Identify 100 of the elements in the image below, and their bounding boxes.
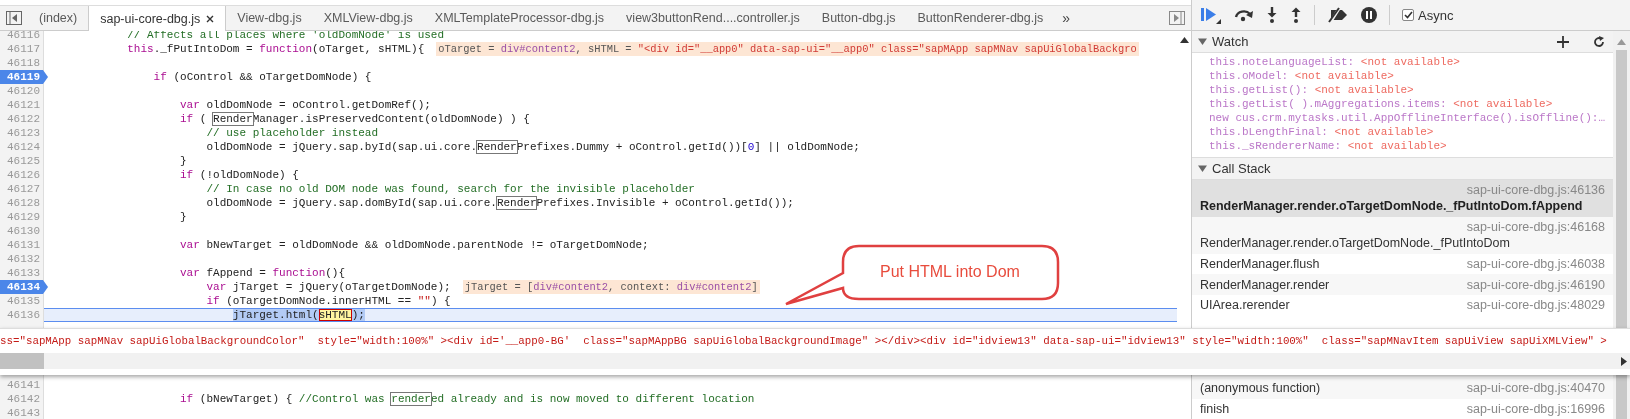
code-line: oldDomNode = jQuery.sap.byId(sap.ui.core.RenderPrefixes.Dummy + oControl.getId())[0] || oldDomNode; — [205, 140, 860, 154]
line-number[interactable]: 46135 — [0, 294, 44, 308]
sidebar-toggle-icon[interactable] — [1169, 11, 1185, 25]
code-line: // Affects all places where 'oldDomNode' is used — [126, 31, 445, 42]
call-frame[interactable]: RenderManager.render sap-ui-core-dbg.js:46190 — [1192, 274, 1613, 295]
scroll-up-icon[interactable] — [1179, 37, 1189, 43]
line-number[interactable]: 46120 — [0, 84, 44, 98]
triangle-icon[interactable] — [1198, 37, 1207, 46]
section-title: Watch — [1212, 34, 1250, 49]
scroll-right-icon[interactable] — [1621, 356, 1627, 366]
frame-location[interactable]: sap-ui-core-dbg.js:40470 — [1466, 381, 1605, 396]
tooltip-value: ss="sapMApp sapMNav sapUiGlobalBackgroundColor" style="width:100%" ><div id='__app0-BG' class="sapMAppBG sapUiGlobalBackgroundImage" ></div><div id="idview13" data-sap-ui="idview13" style="width:100%" class="sapMNavItem sapUiView sapUiXMLView" > — [0, 334, 1608, 349]
code-line: var jTarget = jQuery(oTargetDomNode); — [205, 280, 451, 294]
line-number[interactable]: 46130 — [0, 224, 44, 238]
triangle-icon[interactable] — [1198, 164, 1207, 173]
close-icon[interactable] — [206, 14, 215, 23]
frame-function[interactable]: RenderManager.render — [1200, 277, 1330, 292]
sidebar-toggle-icon[interactable] — [6, 11, 22, 25]
line-number[interactable]: 46128 — [0, 196, 44, 210]
step-out-button[interactable] — [1290, 7, 1302, 23]
code-line: // use placeholder instead — [205, 126, 379, 140]
step-into-button[interactable] — [1266, 7, 1278, 23]
code-line: } — [179, 154, 187, 168]
code-line: } — [179, 210, 187, 224]
watch-expression[interactable]: new cus.crm.mytasks.util.AppOfflineInterface().isOffline():… — [1209, 111, 1613, 125]
line-number[interactable]: 46142 — [0, 392, 44, 406]
line-number[interactable]: 46143 — [0, 406, 44, 419]
line-number[interactable]: 46117 — [0, 42, 44, 56]
section-header[interactable]: Watch — [1192, 31, 1613, 53]
frame-location[interactable]: sap-ui-core-dbg.js:48029 — [1466, 298, 1605, 312]
watch-expression[interactable]: this.getList( ).mAggregations.items: <not available> — [1209, 97, 1613, 111]
code-line: if (!oldDomNode) { — [179, 168, 299, 182]
code-line: if (bNewTarget) { //Control was rendered already and is now moved to different location — [179, 392, 755, 406]
line-number[interactable]: 46118 — [0, 56, 44, 70]
code-line: var oldDomNode = oControl.getDomRef(); — [179, 98, 431, 112]
pause-exceptions-button[interactable] — [1361, 7, 1377, 23]
watch-expression[interactable]: this.noteLanguageList: <not available> — [1209, 55, 1613, 69]
frame-function[interactable]: RenderManager.render.oTargetDomNode._fPutIntoDom — [1200, 235, 1605, 251]
watch-expression[interactable]: this.bLengthFinal: <not available> — [1209, 125, 1613, 139]
refresh-icon[interactable] — [1593, 35, 1605, 48]
code-line: // In case no old DOM node was found, search for the invisible placeholder — [205, 182, 695, 196]
call-frame[interactable]: (anonymous function) sap-ui-core-dbg.js:40470 — [1192, 378, 1613, 399]
section-header[interactable]: Call Stack — [1192, 158, 1613, 180]
resume-button[interactable] — [1200, 6, 1222, 24]
call-frame[interactable]: RenderManager.flush sap-ui-core-dbg.js:46038 — [1192, 254, 1613, 275]
watch-expression[interactable]: this.getList(): <not available> — [1209, 83, 1613, 97]
line-number[interactable]: 46134 — [0, 280, 48, 294]
line-number[interactable]: 46133 — [0, 266, 44, 280]
line-number[interactable]: 46131 — [0, 238, 44, 252]
file-tab[interactable]: view3buttonRend....controller.js — [615, 6, 811, 30]
line-number[interactable]: 46122 — [0, 112, 44, 126]
frame-location[interactable]: sap-ui-core-dbg.js:16996 — [1466, 401, 1605, 416]
watch-expression[interactable]: this.oModel: <not available> — [1209, 69, 1613, 83]
file-tab[interactable]: (index) — [28, 6, 89, 30]
watch-expression[interactable]: this._sRendererName: <not available> — [1209, 139, 1613, 153]
line-number[interactable]: 46129 — [0, 210, 44, 224]
code-line: jTarget.html(sHTML); — [231, 309, 365, 321]
async-checkbox[interactable]: Async — [1402, 7, 1454, 23]
line-number[interactable]: 46127 — [0, 182, 44, 196]
file-tab[interactable]: XMLView-dbg.js — [312, 6, 424, 30]
code-line: var bNewTarget = oldDomNode && oldDomNode.parentNode != oTargetDomNode; — [179, 238, 649, 252]
call-frame[interactable]: sap-ui-core-dbg.js:46136 RenderManager.render.oTargetDomNode._fPutIntoDom.fAppend — [1192, 180, 1613, 217]
line-number[interactable]: 46121 — [0, 98, 44, 112]
line-number[interactable]: 46124 — [0, 140, 44, 154]
add-icon[interactable] — [1557, 35, 1569, 48]
line-number[interactable]: 46125 — [0, 154, 44, 168]
file-tab[interactable]: View-dbg.js — [226, 6, 313, 30]
inline-value: oTarget = div#content2, sHTML = "<div id="__app0" data-sap-ui="__app0" class="sapMApp sapMNav sapUiGlobalBackgro — [436, 42, 1139, 56]
frame-location[interactable]: sap-ui-core-dbg.js:46190 — [1466, 277, 1605, 292]
line-number[interactable]: 46116 — [0, 31, 44, 42]
line-number[interactable]: 46123 — [0, 126, 44, 140]
more-tabs-button[interactable]: » — [1054, 6, 1079, 30]
scrollbar-thumb[interactable] — [0, 353, 44, 369]
frame-function[interactable]: finish — [1200, 401, 1230, 416]
code-line: var fAppend = function(){ — [179, 266, 346, 280]
line-number[interactable]: 46141 — [0, 378, 44, 392]
file-tab[interactable]: Button-dbg.js — [810, 6, 907, 30]
step-over-button[interactable] — [1234, 8, 1254, 22]
callout-text: Put HTML into Dom — [880, 263, 1020, 281]
file-tab[interactable]: ButtonRenderer-dbg.js — [906, 6, 1055, 30]
file-tab[interactable]: XMLTemplateProcessor-dbg.js — [423, 6, 616, 30]
code-line: if (oControl && oTargetDomNode) { — [152, 70, 372, 84]
frame-location[interactable]: sap-ui-core-dbg.js:46168 — [1466, 220, 1605, 235]
checkbox[interactable] — [1402, 9, 1414, 21]
frame-function[interactable]: (anonymous function) — [1200, 381, 1321, 396]
line-number[interactable]: 46136 — [0, 308, 44, 322]
file-tab[interactable]: sap-ui-core-dbg.js — [88, 6, 227, 31]
call-frame[interactable]: sap-ui-core-dbg.js:46168 RenderManager.render.oTargetDomNode._fPutIntoDom — [1192, 217, 1613, 254]
frame-function[interactable]: RenderManager.flush — [1200, 257, 1320, 272]
deactivate-breakpoints-button[interactable] — [1327, 7, 1349, 23]
frame-location[interactable]: sap-ui-core-dbg.js:46136 — [1466, 183, 1605, 198]
line-number[interactable]: 46119 — [0, 70, 48, 84]
call-frame[interactable]: finish sap-ui-core-dbg.js:16996 — [1192, 398, 1613, 419]
code-line: this._fPutIntoDom = function(oTarget, sHTML){ — [126, 42, 425, 56]
frame-function[interactable]: RenderManager.render.oTargetDomNode._fPutIntoDom.fAppend — [1200, 198, 1605, 214]
line-number[interactable]: 46132 — [0, 252, 44, 266]
call-frame[interactable]: UIArea.rerender sap-ui-core-dbg.js:48029 — [1192, 294, 1613, 316]
frame-function[interactable]: UIArea.rerender — [1200, 298, 1290, 312]
line-number[interactable]: 46126 — [0, 168, 44, 182]
frame-location[interactable]: sap-ui-core-dbg.js:46038 — [1466, 257, 1605, 272]
